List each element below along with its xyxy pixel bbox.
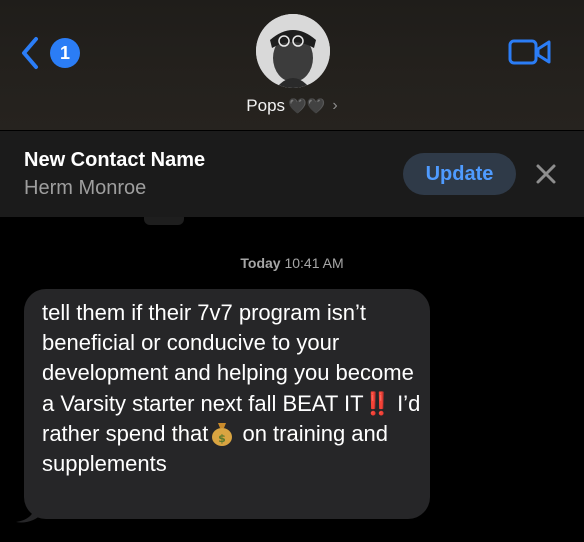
avatar[interactable] — [256, 14, 330, 88]
close-icon[interactable] — [535, 163, 557, 185]
double-exclamation-icon: ‼️ — [363, 390, 391, 416]
update-button[interactable]: Update — [403, 153, 516, 195]
money-bag-icon: $ — [212, 422, 233, 446]
svg-text:$: $ — [219, 432, 227, 445]
timestamp-day: Today — [240, 255, 281, 271]
contact-name-label: Pops — [246, 96, 286, 115]
message-text: tell them if their 7v7 program isn’t ben… — [42, 298, 422, 479]
chevron-right-icon: › — [332, 97, 338, 114]
conversation-header: 1 Pops 🖤🖤 › — [0, 0, 584, 130]
contact-name-button[interactable]: Pops 🖤🖤 › — [0, 96, 584, 116]
video-camera-icon[interactable] — [508, 38, 552, 66]
message-timestamp: Today 10:41 AM — [0, 255, 584, 271]
received-message-bubble[interactable]: tell them if their 7v7 program isn’t ben… — [24, 289, 430, 519]
timestamp-time: 10:41 AM — [284, 255, 344, 271]
messages-screen: 1 Pops 🖤🖤 › New Contact Name Herm Monroe — [0, 0, 584, 542]
avatar-photo — [256, 14, 330, 88]
unread-badge: 1 — [50, 38, 80, 68]
scroll-remnant — [144, 217, 184, 225]
chevron-left-icon — [22, 37, 38, 69]
heart-emojis: 🖤🖤 — [288, 98, 326, 115]
bubble-tail — [16, 500, 42, 523]
banner-title: New Contact Name — [24, 149, 206, 171]
back-button[interactable]: 1 — [20, 36, 82, 70]
banner-contact-name: Herm Monroe — [24, 177, 147, 199]
